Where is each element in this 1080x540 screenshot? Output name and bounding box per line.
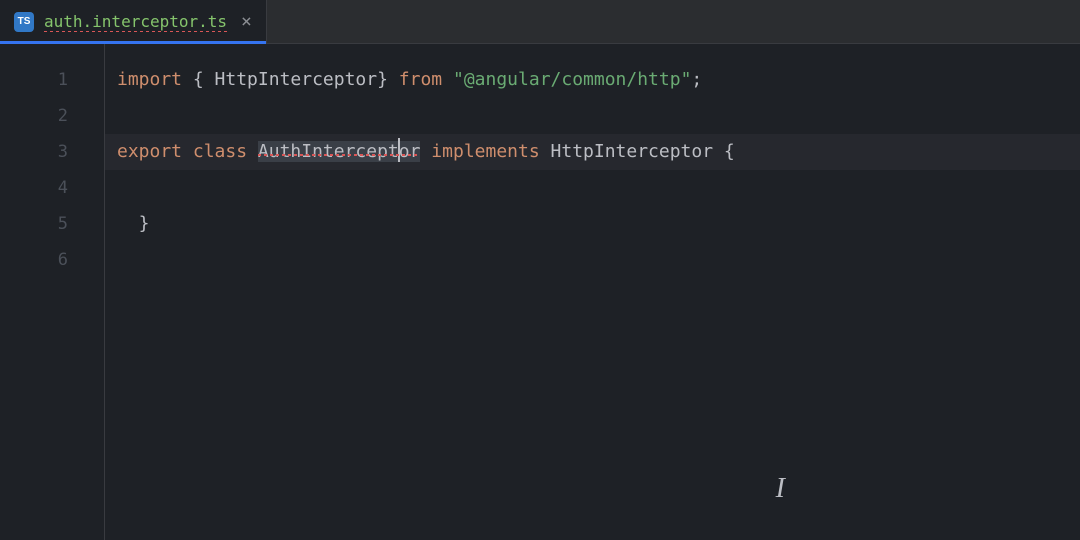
line-number: 1 xyxy=(0,62,104,98)
line-number: 6 xyxy=(0,242,104,278)
tab-bar: TS auth.interceptor.ts × xyxy=(0,0,1080,44)
line-number: 2 xyxy=(0,98,104,134)
code-line-6[interactable] xyxy=(105,242,1080,278)
line-number: 5 xyxy=(0,206,104,242)
code-line-1[interactable]: import { HttpInterceptor} from "@angular… xyxy=(105,62,1080,98)
close-icon[interactable]: × xyxy=(241,11,252,32)
line-number: 4 xyxy=(0,170,104,206)
mouse-text-cursor-icon: I xyxy=(776,473,785,505)
line-number: 3 xyxy=(0,134,104,170)
code-area[interactable]: import { HttpInterceptor} from "@angular… xyxy=(104,44,1080,540)
line-number-gutter: 1 2 3 4 5 6 xyxy=(0,44,104,540)
tab-filename: auth.interceptor.ts xyxy=(44,12,227,31)
editor[interactable]: 1 2 3 4 5 6 import { HttpInterceptor} fr… xyxy=(0,44,1080,540)
code-line-5[interactable]: } xyxy=(105,206,1080,242)
file-tab[interactable]: TS auth.interceptor.ts × xyxy=(0,0,267,43)
typescript-icon: TS xyxy=(14,12,34,32)
code-line-4[interactable] xyxy=(105,170,1080,206)
code-line-3-active[interactable]: export class AuthInterceptor implements … xyxy=(105,134,1080,170)
text-cursor xyxy=(398,138,400,162)
code-line-2[interactable] xyxy=(105,98,1080,134)
